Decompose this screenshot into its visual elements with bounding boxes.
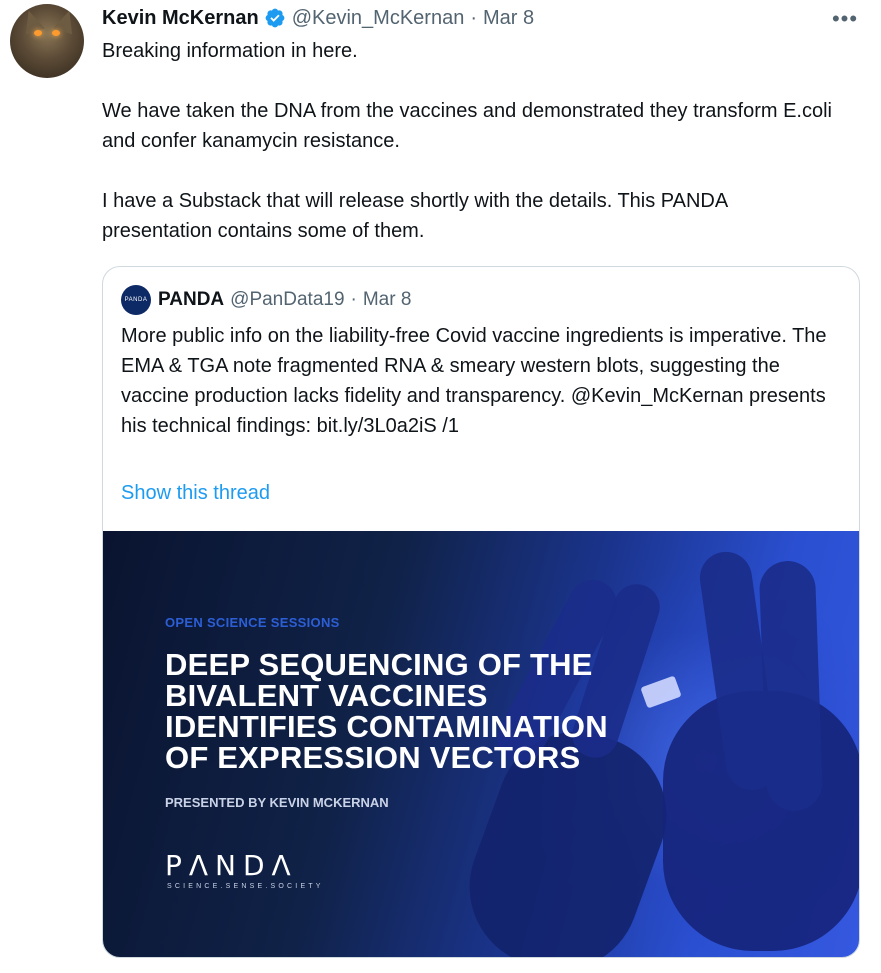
quoted-author-avatar[interactable]: PANDA (121, 285, 151, 315)
quoted-tweet-header: PANDA PANDA @PanData19 · Mar 8 (121, 285, 412, 315)
headline-line: BIVALENT VACCINES (165, 678, 488, 713)
quoted-tweet[interactable]: PANDA PANDA @PanData19 · Mar 8 More publ… (102, 266, 860, 958)
quoted-tweet-text: More public info on the liability-free C… (121, 325, 827, 437)
panda-tagline: SCIENCE.SENSE.SOCIETY (167, 883, 324, 890)
image-headline: DEEP SEQUENCING OF THE BIVALENT VACCINES… (165, 649, 725, 773)
image-kicker: OPEN SCIENCE SESSIONS (165, 615, 340, 630)
author-handle[interactable]: @Kevin_McKernan (292, 7, 465, 30)
headline-line: OF EXPRESSION VECTORS (165, 740, 581, 775)
image-presenter: PRESENTED BY KEVIN MCKERNAN (165, 795, 389, 810)
tweet: Kevin McKernan @Kevin_McKernan · Mar 8 •… (0, 0, 881, 973)
quoted-tweet-date[interactable]: Mar 8 (363, 289, 412, 311)
verified-badge-icon[interactable] (264, 7, 286, 29)
panda-logo: PΛNDΛ (165, 849, 298, 882)
header-separator: · (470, 6, 477, 29)
author-name[interactable]: Kevin McKernan (102, 7, 259, 30)
quoted-author-handle[interactable]: @PanData19 (230, 289, 344, 311)
tweet-text: Breaking information in here. We have ta… (102, 36, 842, 246)
tweet-date[interactable]: Mar 8 (483, 7, 534, 30)
tweet-paragraph: Breaking information in here. (102, 40, 358, 62)
tweet-header: Kevin McKernan @Kevin_McKernan · Mar 8 (102, 4, 534, 32)
avatar-eye-left (34, 30, 42, 36)
glove-finger (758, 560, 824, 812)
author-avatar[interactable] (10, 4, 84, 78)
more-options-icon[interactable]: ••• (828, 6, 862, 32)
headline-line: IDENTIFIES CONTAMINATION (165, 709, 608, 744)
avatar-eye-right (52, 30, 60, 36)
tweet-paragraph: I have a Substack that will release shor… (102, 190, 728, 242)
tweet-paragraph: We have taken the DNA from the vaccines … (102, 100, 832, 152)
quoted-author-name[interactable]: PANDA (158, 289, 224, 311)
quoted-header-separator: · (350, 289, 357, 310)
headline-line: DEEP SEQUENCING OF THE (165, 647, 593, 682)
show-thread-link[interactable]: Show this thread (121, 479, 270, 507)
quoted-tweet-image[interactable]: OPEN SCIENCE SESSIONS DEEP SEQUENCING OF… (103, 531, 859, 957)
